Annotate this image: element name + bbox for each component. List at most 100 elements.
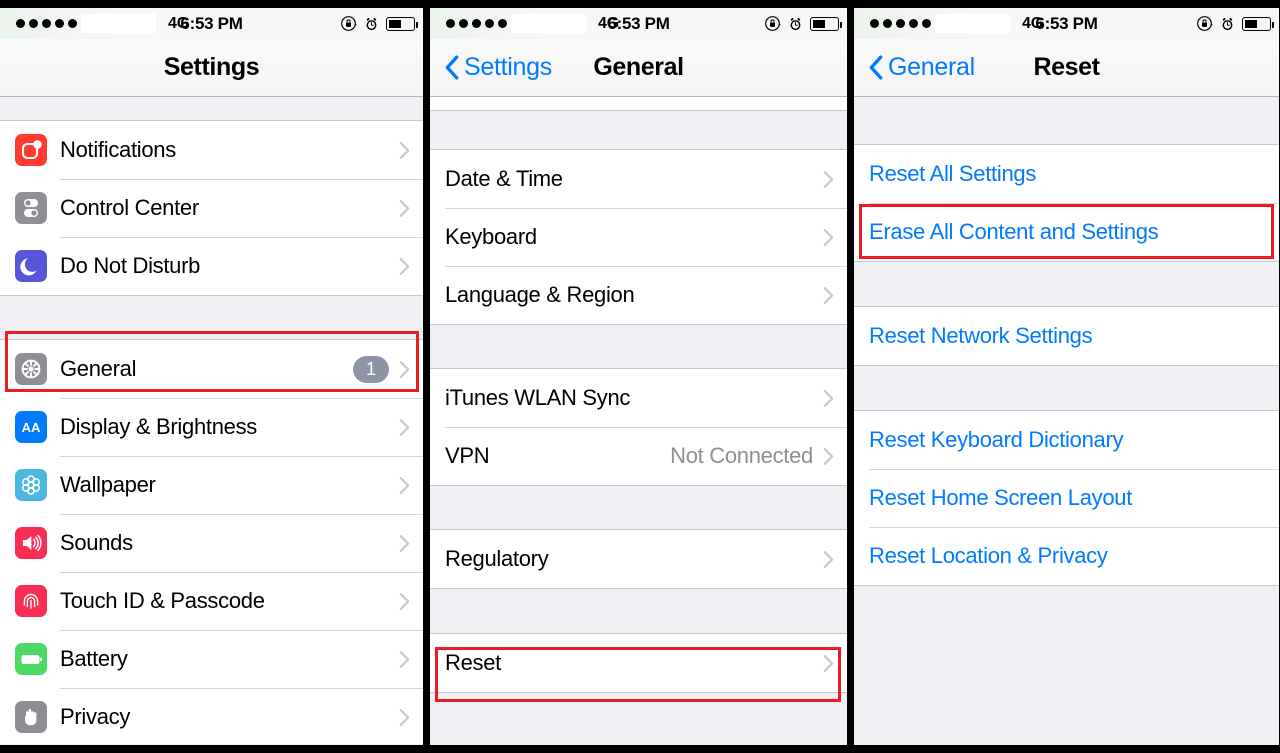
display-brightness-icon: AA <box>15 411 47 443</box>
list-item-reset-all-settings[interactable]: Reset All Settings <box>854 145 1279 203</box>
sidebar-item-touch-id-passcode[interactable]: Touch ID & Passcode <box>0 572 423 630</box>
row-label: Battery <box>60 646 128 671</box>
list-item-date-time[interactable]: Date & Time <box>430 150 847 208</box>
sounds-icon <box>15 527 47 559</box>
reset-list[interactable]: Reset All Settings Erase All Content and… <box>854 97 1279 744</box>
row-label: Reset Network Settings <box>869 323 1093 348</box>
back-button-label: General <box>888 53 975 81</box>
wallpaper-icon <box>15 469 47 501</box>
sidebar-item-general[interactable]: General 1 <box>0 340 423 398</box>
chevron-right-icon <box>399 708 410 726</box>
phone-screen-reset: 4G 6:53 PM General Reset Reset All Setti… <box>854 8 1279 745</box>
nav-bar-reset: General Reset <box>854 39 1279 97</box>
chevron-right-icon <box>399 534 410 552</box>
general-group-2: iTunes WLAN Sync VPN Not Connected <box>430 368 847 486</box>
status-bar-clock: 6:53 PM <box>180 13 243 33</box>
battery-app-icon <box>15 643 47 675</box>
row-value: Not Connected <box>670 443 813 468</box>
status-bar-1: 4G 6:53 PM <box>0 8 423 39</box>
chevron-right-icon <box>823 550 834 568</box>
chevron-right-icon <box>823 286 834 304</box>
row-label: Wallpaper <box>60 472 156 497</box>
back-button-general[interactable]: General <box>864 53 975 82</box>
list-item-reset-home-screen-layout[interactable]: Reset Home Screen Layout <box>854 469 1279 527</box>
row-label: General <box>60 356 137 381</box>
list-section-gap <box>854 366 1279 410</box>
list-item-vpn[interactable]: VPN Not Connected <box>430 427 847 485</box>
battery-icon <box>1242 16 1274 31</box>
list-section-gap <box>430 589 847 633</box>
reset-group-1: Reset All Settings Erase All Content and… <box>854 144 1279 262</box>
row-label: Reset Home Screen Layout <box>869 485 1133 510</box>
row-label: Do Not Disturb <box>60 253 201 278</box>
status-bar-3: 4G 6:53 PM <box>854 8 1279 39</box>
chevron-right-icon <box>823 447 834 465</box>
row-label: Touch ID & Passcode <box>60 588 265 613</box>
list-section-gap <box>430 486 847 529</box>
reset-group-2: Reset Network Settings <box>854 306 1279 366</box>
list-section-gap <box>0 296 423 339</box>
row-label: Reset Keyboard Dictionary <box>869 427 1124 452</box>
list-item-itunes-wlan-sync[interactable]: iTunes WLAN Sync <box>430 369 847 427</box>
row-label: Language & Region <box>445 282 635 307</box>
chevron-right-icon <box>399 199 410 217</box>
sidebar-item-display-brightness[interactable]: AA Display & Brightness <box>0 398 423 456</box>
chevron-left-icon <box>869 55 883 80</box>
sidebar-item-sounds[interactable]: Sounds <box>0 514 423 572</box>
touch-id-icon <box>15 585 47 617</box>
reset-group-3: Reset Keyboard Dictionary Reset Home Scr… <box>854 410 1279 586</box>
list-item-reset[interactable]: Reset <box>430 634 847 692</box>
chevron-right-icon <box>399 418 410 436</box>
phone-screen-settings: 4G 6:53 PM Settings Notifications Contro… <box>0 8 423 745</box>
settings-group-1: Notifications Control Center Do Not Dist… <box>0 120 423 296</box>
sidebar-item-privacy[interactable]: Privacy <box>0 688 423 744</box>
chevron-right-icon <box>399 592 410 610</box>
sidebar-item-control-center[interactable]: Control Center <box>0 179 423 237</box>
svg-text:AA: AA <box>22 420 41 435</box>
list-section-gap <box>430 111 847 149</box>
status-bar-clock: 6:53 PM <box>607 13 670 33</box>
list-item-erase-all-content-and-settings[interactable]: Erase All Content and Settings <box>854 203 1279 261</box>
chevron-right-icon <box>823 228 834 246</box>
settings-list[interactable]: Notifications Control Center Do Not Dist… <box>0 97 423 744</box>
chevron-right-icon <box>399 476 410 494</box>
back-button-settings[interactable]: Settings <box>440 53 552 82</box>
list-item-reset-location-privacy[interactable]: Reset Location & Privacy <box>854 527 1279 585</box>
battery-icon <box>810 16 842 31</box>
row-label: Privacy <box>60 704 131 729</box>
sidebar-item-notifications[interactable]: Notifications <box>0 121 423 179</box>
general-group-3: Regulatory <box>430 529 847 589</box>
sidebar-item-battery[interactable]: Battery <box>0 630 423 688</box>
list-section-gap <box>430 325 847 368</box>
list-item-keyboard[interactable]: Keyboard <box>430 208 847 266</box>
row-label: Sounds <box>60 530 133 555</box>
sidebar-item-wallpaper[interactable]: Wallpaper <box>0 456 423 514</box>
row-label: Reset Location & Privacy <box>869 543 1108 568</box>
row-label: Display & Brightness <box>60 414 257 439</box>
list-item-language-region[interactable]: Language & Region <box>430 266 847 324</box>
row-label: Keyboard <box>445 224 537 249</box>
row-label: Regulatory <box>445 546 549 571</box>
list-item-reset-keyboard-dictionary[interactable]: Reset Keyboard Dictionary <box>854 411 1279 469</box>
list-top-gap <box>0 97 423 120</box>
page-title: Settings <box>163 53 260 81</box>
row-label: Reset All Settings <box>869 161 1037 186</box>
general-list[interactable]: Date & Time Keyboard Language & Region i… <box>430 97 847 744</box>
settings-group-2: General 1 AA Display & Brightness Wallpa… <box>0 339 423 744</box>
three-panel-screenshot: 4G 6:53 PM Settings Notifications Contro… <box>0 0 1280 753</box>
row-label: Control Center <box>60 195 199 220</box>
privacy-hand-icon <box>15 701 47 733</box>
phone-screen-general: 4G 6:53 PM Settings General Date & Time … <box>430 8 847 745</box>
nav-bar-general: Settings General <box>430 39 847 97</box>
chevron-right-icon <box>823 389 834 407</box>
battery-icon <box>386 16 418 31</box>
do-not-disturb-icon <box>15 250 47 282</box>
chevron-right-icon <box>823 170 834 188</box>
list-item-regulatory[interactable]: Regulatory <box>430 530 847 588</box>
list-item-reset-network-settings[interactable]: Reset Network Settings <box>854 307 1279 365</box>
control-center-icon <box>15 192 47 224</box>
general-group-1: Date & Time Keyboard Language & Region <box>430 149 847 325</box>
row-label: Reset <box>445 650 501 675</box>
sidebar-item-do-not-disturb[interactable]: Do Not Disturb <box>0 237 423 295</box>
notifications-icon <box>15 134 47 166</box>
